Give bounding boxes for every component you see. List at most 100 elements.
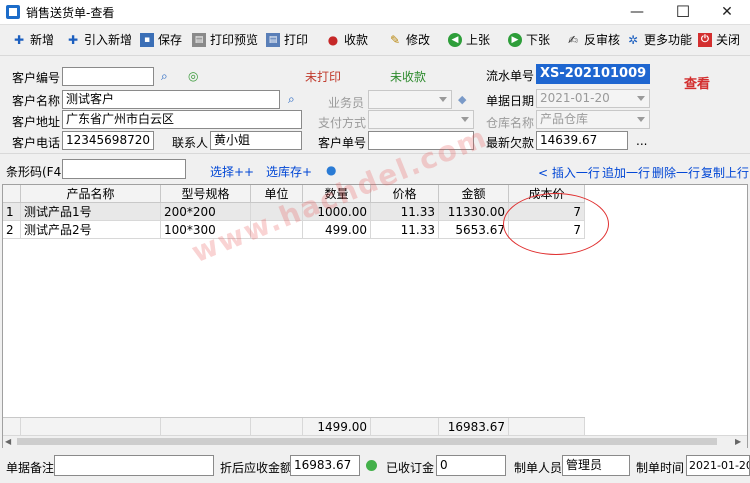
scroll-right-icon[interactable]: ▶ [735,437,741,446]
grid-header-index [3,185,21,203]
new-label: 新增 [30,33,55,47]
total-qty: 1499.00 [303,418,371,436]
grid-header-spec[interactable]: 型号规格 [161,185,251,203]
contact-input[interactable]: 黄小姐 [210,131,302,150]
view-mode-label: 查看 [684,77,711,92]
contact-label: 联系人 [172,136,209,150]
title-bar: 销售送货单-查看 — ☐ ✕ [0,0,750,25]
insert-row-link[interactable]: < 插入一行 [538,164,600,181]
collect-label: 收款 [344,33,369,47]
cell-amount[interactable]: 5653.67 [439,221,509,239]
unaudit-button[interactable]: ✍ 反审核 [566,30,620,50]
globe-icon[interactable]: ● [326,163,340,177]
address-input[interactable]: 广东省广州市白云区 [62,110,302,129]
phone-input[interactable]: 12345698720 [62,131,154,150]
unaudit-icon: ✍ [567,33,579,47]
received-deposit-value[interactable]: 0 [436,455,506,476]
customer-order-label: 客户单号 [318,136,367,150]
print-icon: ▤ [266,33,280,47]
grid-header-amount[interactable]: 金额 [439,185,509,203]
import-new-label: 引入新增 [84,33,133,47]
row-index: 2 [3,221,21,239]
horizontal-scrollbar[interactable]: ◀ ▶ [3,435,747,448]
scroll-left-icon[interactable]: ◀ [5,437,11,446]
totals-price [371,418,439,436]
more-dots-button[interactable]: ... [636,134,647,148]
refresh-icon[interactable]: ◎ [188,69,202,83]
more-functions-button[interactable]: ✲ 更多功能 [626,30,692,50]
print-preview-icon: ▤ [192,33,206,47]
unaudit-label: 反审核 [584,33,621,47]
serial-number-input[interactable]: XS-202101009 [536,64,650,84]
append-row-link[interactable]: 追加一行 [602,164,650,181]
import-new-button[interactable]: ✚ 引入新增 [66,30,132,50]
footer: 单据备注 折后应收金额 16983.67 已收订金 0 制单人员 管理员 制单时… [0,449,750,483]
print-status: 未打印 [305,70,342,84]
edit-button[interactable]: ✎ 修改 [388,30,430,50]
pay-method-select[interactable] [368,110,474,129]
cell-amount[interactable]: 11330.00 [439,203,509,221]
edit-icon: ✎ [389,33,401,47]
status-dot-icon [366,460,377,471]
form-divider [0,153,750,154]
customer-name-label: 客户名称 [12,94,61,108]
totals-index [3,418,21,436]
product-grid[interactable]: 产品名称 型号规格 单位 数量 价格 金额 成本价 1 测试产品1号 200*2… [2,184,748,448]
cell-name[interactable]: 测试产品1号 [21,203,161,221]
window-title: 销售送货单-查看 [26,6,115,20]
next-icon: ▶ [508,33,522,47]
save-button[interactable]: ▪ 保存 [140,30,182,50]
phone-label: 客户电话 [12,136,61,150]
toolbar: ✚ 新增 ✚ 引入新增 ▪ 保存 ▤ 打印预览 ▤ 打印 ● 收款 ✎ 修改 ◀ 上张 ▶ 下张 … [0,26,750,54]
customer-no-label: 客户编号 [12,71,61,85]
net-receivable-value: 16983.67 [290,455,360,476]
delete-row-link[interactable]: 删除一行 [652,164,700,181]
print-button[interactable]: ▤ 打印 [266,30,308,50]
grid-header-name[interactable]: 产品名称 [21,185,161,203]
customer-no-input[interactable] [62,67,154,86]
total-amount: 16983.67 [439,418,509,436]
collect-button[interactable]: ● 收款 [326,30,368,50]
gear-icon: ✲ [627,33,639,47]
copy-prev-row-link[interactable]: 复制上行 [701,164,749,181]
save-label: 保存 [158,33,183,47]
creator-label: 制单人员 [514,461,563,475]
maximize-button[interactable]: ☐ [660,0,706,24]
remark-input[interactable] [54,455,214,476]
print-label: 打印 [284,33,309,47]
prev-button[interactable]: ◀ 上张 [448,30,490,50]
plus-icon: ✚ [13,33,25,47]
customer-name-input[interactable]: 测试客户 [62,90,280,109]
doc-date-label: 单据日期 [486,94,535,108]
cell-qty[interactable]: 499.00 [303,221,371,239]
save-icon: ▪ [140,33,154,47]
barcode-label: 条形码(F4) [6,165,66,179]
new-button[interactable]: ✚ 新增 [12,30,54,50]
doc-date-picker[interactable]: 2021-01-20 [536,89,650,108]
next-button[interactable]: ▶ 下张 [508,30,550,50]
cell-price[interactable]: 11.33 [371,221,439,239]
warehouse-select[interactable]: 产品仓库 [536,110,650,129]
barcode-input[interactable] [62,159,186,179]
totals-cost [509,418,585,436]
eraser-icon[interactable]: ◆ [458,93,472,107]
cell-price[interactable]: 11.33 [371,203,439,221]
print-preview-button[interactable]: ▤ 打印预览 [192,30,258,50]
next-label: 下张 [526,33,551,47]
search-icon[interactable]: ⌕ [288,92,302,106]
close-button[interactable]: ⏻ 关闭 [698,30,740,50]
toolbar-divider [0,55,750,56]
close-window-button[interactable]: ✕ [704,0,750,24]
minimize-button[interactable]: — [614,0,660,24]
app-icon [6,5,20,19]
plus-icon: ✚ [67,33,79,47]
latest-debt-value: 14639.67 [536,131,628,150]
close-icon: ⏻ [698,33,712,47]
scrollbar-thumb[interactable] [17,438,717,445]
select-more-link[interactable]: 选择++ [210,163,254,180]
cell-name[interactable]: 测试产品2号 [21,221,161,239]
select-stock-link[interactable]: 选库存+ [266,163,312,180]
search-icon[interactable]: ⌕ [161,69,175,83]
prev-icon: ◀ [448,33,462,47]
salesman-select[interactable] [368,90,452,109]
